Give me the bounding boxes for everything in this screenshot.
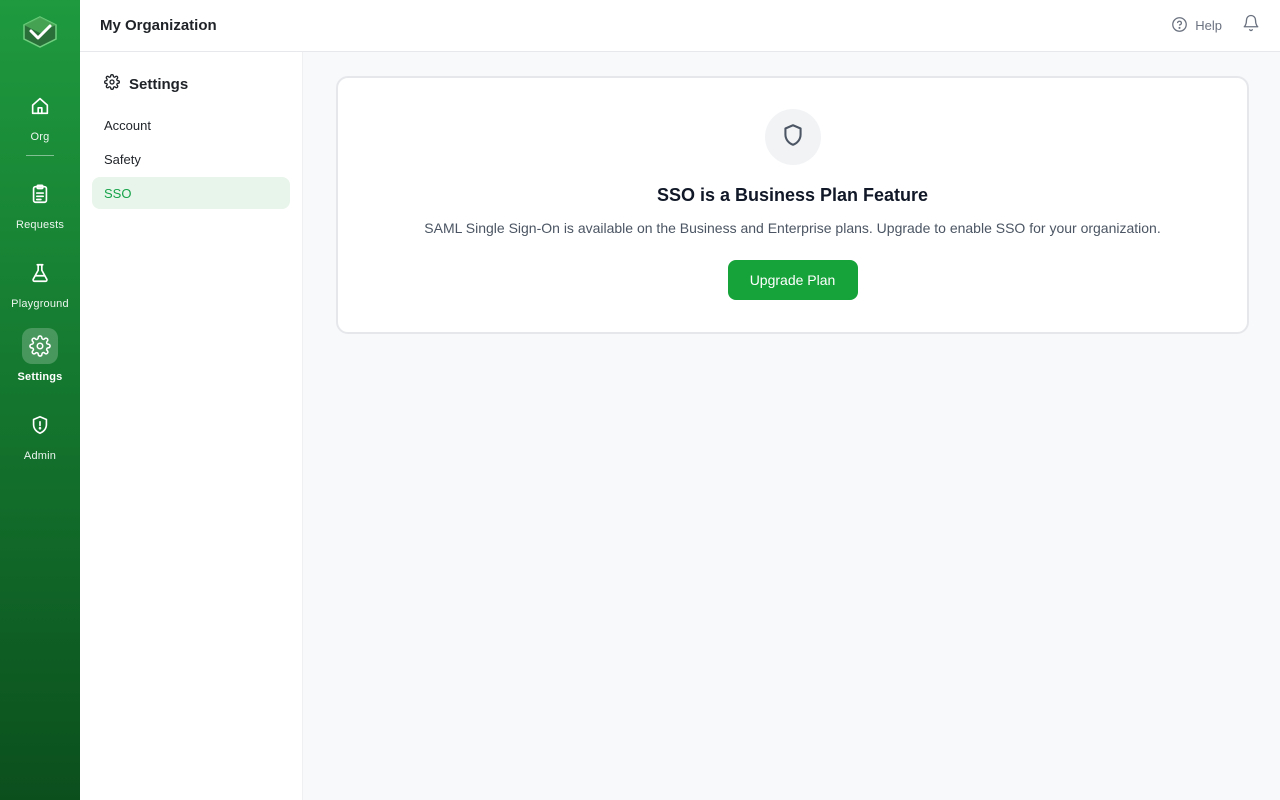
flask-icon xyxy=(22,255,58,291)
settings-nav-sso[interactable]: SSO xyxy=(92,177,290,209)
shield-badge xyxy=(764,109,821,165)
rail-item-settings[interactable]: Settings xyxy=(0,328,80,383)
notifications-button[interactable] xyxy=(1242,14,1260,37)
gear-icon xyxy=(104,74,120,95)
top-actions: Help xyxy=(1171,14,1260,37)
rail-item-label: Settings xyxy=(17,371,63,383)
help-label: Help xyxy=(1195,18,1222,33)
rail-item-playground[interactable]: Playground xyxy=(0,255,80,310)
settings-sidebar-title: Settings xyxy=(129,76,189,93)
help-link[interactable]: Help xyxy=(1171,16,1222,36)
settings-sidebar-header: Settings xyxy=(92,72,290,97)
rail-item-admin[interactable]: Admin xyxy=(0,407,80,462)
rail-item-requests[interactable]: Requests xyxy=(0,176,80,231)
gear-icon xyxy=(22,328,58,364)
rail-divider xyxy=(26,155,54,156)
shield-icon xyxy=(780,122,806,153)
app-rail: Org Requests Playground Settings Admin xyxy=(0,0,80,800)
rail-item-label: Org xyxy=(30,131,50,143)
shield-alert-icon xyxy=(22,407,58,443)
logo[interactable] xyxy=(20,14,60,50)
clipboard-icon xyxy=(22,176,58,212)
sso-upgrade-card: SSO is a Business Plan Feature SAML Sing… xyxy=(336,76,1249,334)
top-bar: My Organization Help xyxy=(80,0,1280,52)
home-icon xyxy=(22,88,58,124)
settings-nav-account[interactable]: Account xyxy=(92,109,290,141)
upgrade-plan-button[interactable]: Upgrade Plan xyxy=(727,260,858,300)
bell-icon xyxy=(1242,14,1260,37)
rail-item-org[interactable]: Org xyxy=(0,88,80,143)
settings-nav-safety[interactable]: Safety xyxy=(92,143,290,175)
settings-sidebar: Settings Account Safety SSO xyxy=(80,52,303,800)
rail-item-label: Playground xyxy=(11,298,69,310)
org-title: My Organization xyxy=(100,17,217,34)
card-title: SSO is a Business Plan Feature xyxy=(656,185,929,205)
help-circle-icon xyxy=(1171,16,1188,36)
card-description: SAML Single Sign-On is available on the … xyxy=(424,220,1161,236)
rail-item-label: Admin xyxy=(23,450,57,462)
rail-item-label: Requests xyxy=(15,219,65,231)
